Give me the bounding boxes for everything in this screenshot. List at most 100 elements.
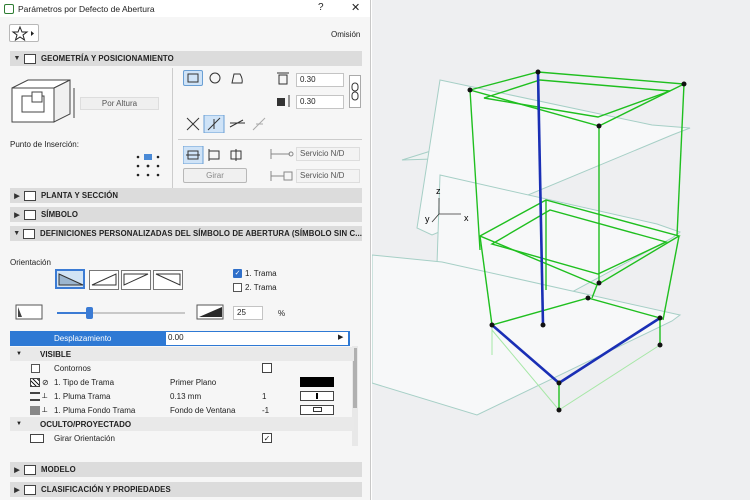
checkbox-icon <box>31 363 40 373</box>
displacement-input[interactable]: 0.00 <box>166 332 348 345</box>
row-name: Girar Orientación <box>54 433 115 443</box>
circle-shape-button[interactable] <box>205 70 225 86</box>
service-field-2[interactable]: Servicio N/D <box>296 169 360 183</box>
service-field-1[interactable]: Servicio N/D <box>296 147 360 161</box>
opacity-slider-fill <box>57 312 86 314</box>
archicad-app-icon <box>4 3 14 14</box>
help-button[interactable]: ? <box>318 2 324 13</box>
mirror-buttons[interactable] <box>183 115 273 133</box>
row-value: Fondo de Ventana <box>170 405 236 415</box>
table-row[interactable]: Girar Orientación ✓ <box>10 431 354 445</box>
height-icon <box>277 95 290 107</box>
row-name: 1. Tipo de Trama <box>54 377 115 387</box>
link-toggle[interactable] <box>349 75 361 108</box>
section-simbolo-title: SÍMBOLO <box>41 210 79 219</box>
section-geometria-title: GEOMETRÍA Y POSICIONAMIENTO <box>41 54 174 63</box>
width-icon <box>277 72 289 85</box>
percent-input[interactable]: 25 <box>233 306 263 320</box>
orientation-icon <box>30 433 44 443</box>
section-planta-title: PLANTA Y SECCIÓN <box>41 191 119 200</box>
favorites-button[interactable] <box>9 24 39 42</box>
section-modelo-title: MODELO <box>41 465 76 474</box>
group-oculto[interactable]: ▼ OCULTO/PROYECTADO <box>10 417 354 431</box>
pen-icon: ⟂ <box>42 405 48 414</box>
anchor-side-buttons[interactable] <box>183 146 245 164</box>
hatch-icon <box>30 377 40 387</box>
row-value: Primer Plano <box>170 377 217 387</box>
fill-swatch[interactable] <box>300 377 334 387</box>
table-row[interactable]: ⟂ 1. Pluma Fondo Trama Fondo de Ventana … <box>10 403 354 417</box>
trama-1-checkbox[interactable]: ✓ <box>233 269 242 278</box>
insertion-label: Punto de Inserción: <box>10 140 79 149</box>
section-clasificacion[interactable]: ▶ CLASIFICACIÓN Y PROPIEDADES <box>10 482 362 497</box>
group-visible[interactable]: ▼ VISIBLE <box>10 347 354 361</box>
rotate-button[interactable]: Girar <box>183 168 247 183</box>
chevron-down-icon: ▼ <box>16 421 22 427</box>
monitor-swatch[interactable] <box>300 405 334 415</box>
custom-shape-button[interactable] <box>227 70 247 86</box>
opacity-slider-track[interactable] <box>57 307 185 319</box>
pen-icon: ⊘ <box>42 377 49 387</box>
orientation-option-1[interactable] <box>55 269 85 289</box>
pen-weight-icon <box>30 391 40 401</box>
plan-section-icon <box>24 190 36 201</box>
star-icon <box>11 25 34 42</box>
percent-unit: % <box>278 309 286 318</box>
trama-2-label: 2. Trama <box>245 283 277 292</box>
default-label: Omisión <box>331 30 361 39</box>
axis-x-label: x <box>464 213 469 223</box>
symbol-icon <box>24 209 36 220</box>
displacement-row[interactable]: Desplazamiento 0.00 ▶ <box>10 331 350 346</box>
displacement-label: Desplazamiento <box>54 334 112 343</box>
3d-model-canvas[interactable]: z y x <box>372 0 750 500</box>
background-pen-icon <box>30 405 40 415</box>
chevron-right-icon: ▶ <box>14 192 20 200</box>
opening-preview-icon <box>11 79 75 123</box>
chevron-right-icon: ▶ <box>14 486 20 494</box>
close-button[interactable]: ✕ <box>351 1 360 14</box>
orientation-option-2[interactable] <box>89 270 119 290</box>
light-fill-icon <box>15 304 43 320</box>
pen-swatch[interactable] <box>300 391 334 401</box>
model-icon <box>24 464 36 475</box>
table-row[interactable]: ⊘ 1. Tipo de Trama Primer Plano <box>10 375 354 389</box>
dialog-title: Parámetros por Defecto de Abertura <box>18 3 155 14</box>
trama-2-checkbox[interactable] <box>233 283 242 292</box>
orientation-option-3[interactable] <box>121 270 151 290</box>
section-planta[interactable]: ▶ PLANTA Y SECCIÓN <box>10 188 362 203</box>
rect-shape-button[interactable] <box>183 70 203 86</box>
section-modelo[interactable]: ▶ MODELO <box>10 462 362 477</box>
insertion-point-icon[interactable] <box>135 153 161 179</box>
section-definiciones[interactable]: ▼ DEFINICIONES PERSONALIZADAS DEL SÍMBOL… <box>10 226 362 241</box>
section-simbolo[interactable]: ▶ SÍMBOLO <box>10 207 362 222</box>
table-row[interactable]: Contornos <box>10 361 354 375</box>
chain-link-icon <box>351 82 359 101</box>
dark-fill-icon <box>196 304 224 320</box>
arrow-right-icon[interactable]: ▶ <box>338 333 343 341</box>
row-name: Contornos <box>54 363 91 373</box>
table-row[interactable]: ⟂ 1. Pluma Trama 0.13 mm 1 <box>10 389 354 403</box>
section-definiciones-title: DEFINICIONES PERSONALIZADAS DEL SÍMBOLO … <box>40 229 362 238</box>
row-name: 1. Pluma Fondo Trama <box>54 405 136 415</box>
height-input[interactable]: 0.30 <box>296 95 344 109</box>
opacity-slider-thumb[interactable] <box>85 307 93 319</box>
axis-y-label: y <box>425 214 430 224</box>
row-num: -1 <box>262 405 270 415</box>
divider <box>172 68 173 188</box>
custom-settings-icon <box>23 228 36 239</box>
chevron-right-icon: ▶ <box>14 211 20 219</box>
anchor-field[interactable]: Por Altura <box>80 97 159 110</box>
service-icon <box>270 171 293 181</box>
orientation-option-4[interactable] <box>153 270 183 290</box>
chevron-down-icon: ▼ <box>13 55 21 62</box>
title-bar: Parámetros por Defecto de Abertura ? ✕ <box>0 0 370 17</box>
section-geometria[interactable]: ▼ GEOMETRÍA Y POSICIONAMIENTO <box>10 51 362 66</box>
3d-viewport[interactable]: z y x <box>372 0 750 500</box>
classification-icon <box>24 484 36 495</box>
width-input[interactable]: 0.30 <box>296 73 344 87</box>
geometry-icon <box>24 53 36 64</box>
girar-orientacion-checkbox[interactable]: ✓ <box>262 433 272 443</box>
contornos-checkbox[interactable] <box>262 363 272 373</box>
settings-dialog: Parámetros por Defecto de Abertura ? ✕ O… <box>0 0 371 500</box>
divider <box>178 139 362 140</box>
